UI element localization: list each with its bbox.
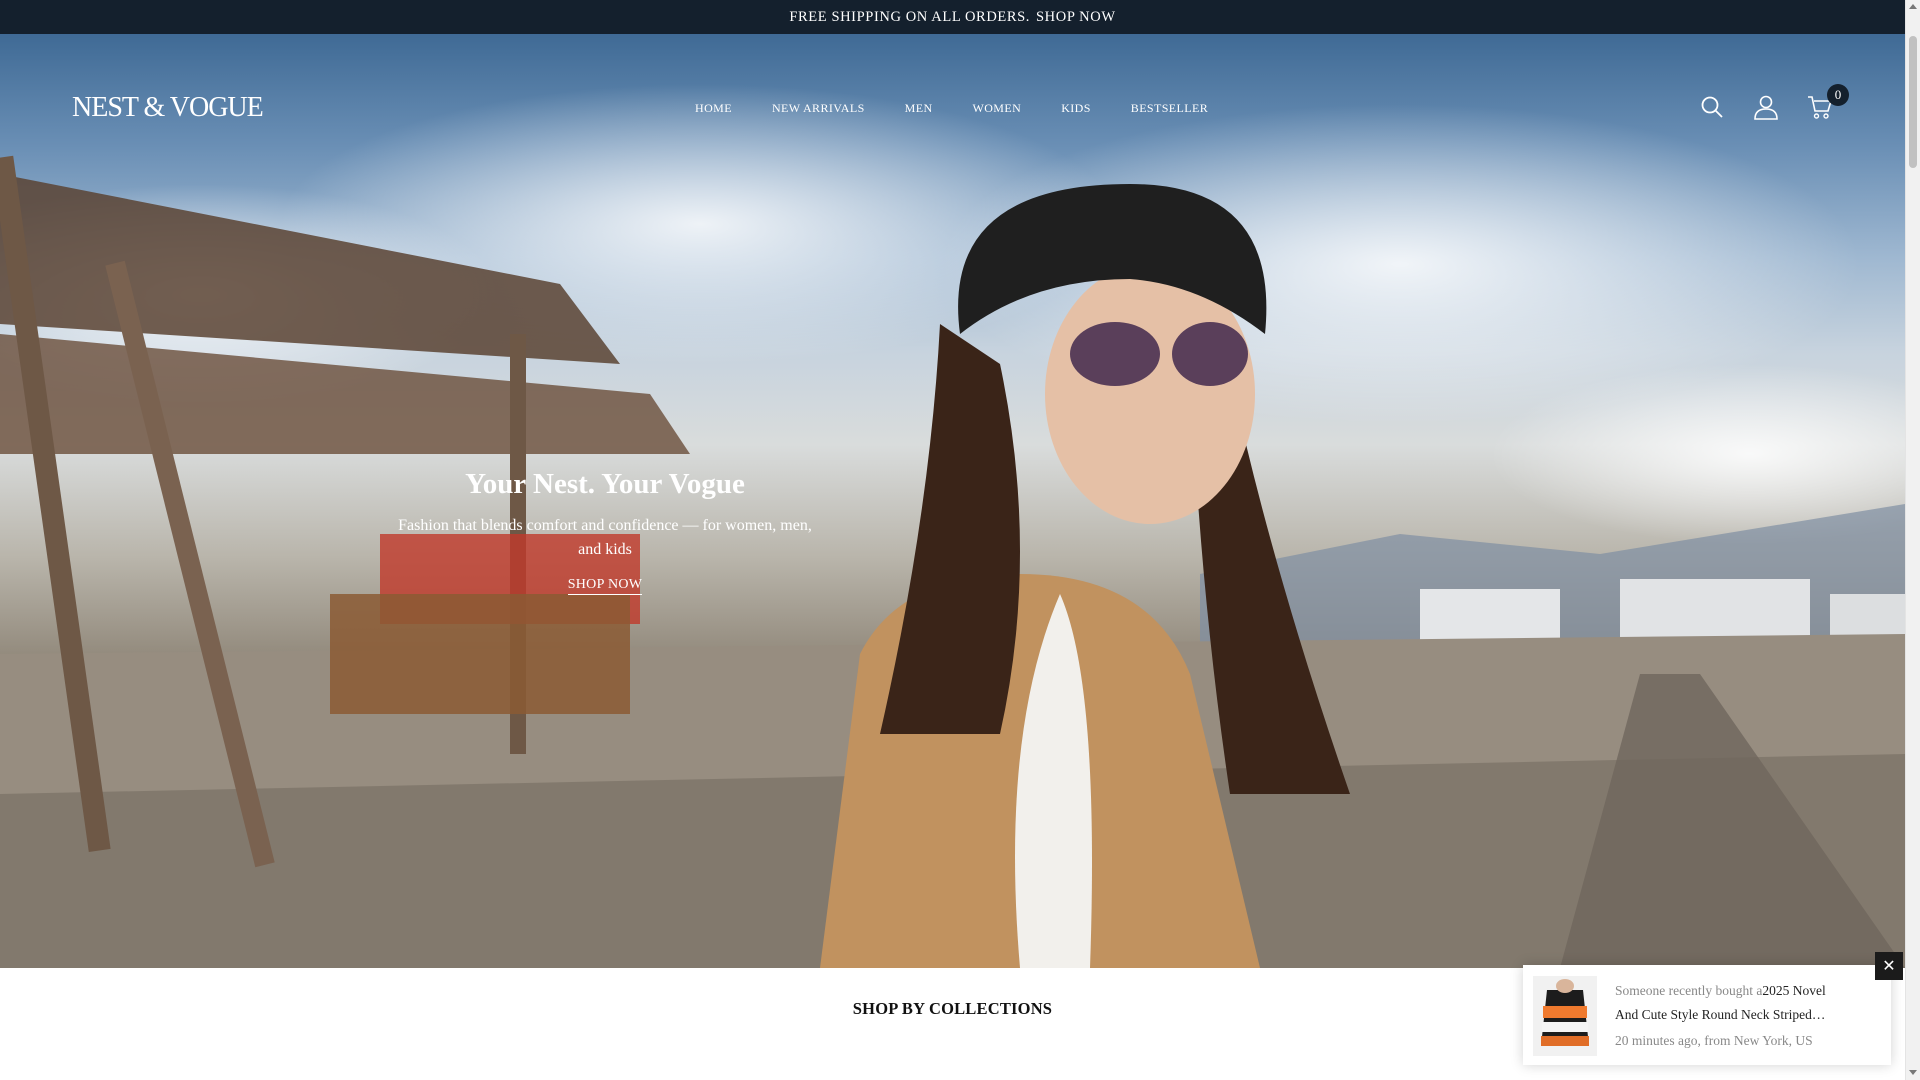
announcement-message: FREE SHIPPING ON ALL ORDERS.	[789, 8, 1031, 25]
cart-icon[interactable]: 0	[1807, 84, 1849, 120]
announcement-shop-link[interactable]: SHOP NOW	[1036, 9, 1116, 26]
nav-women[interactable]: WOMEN	[973, 101, 1022, 116]
scroll-down-arrow-icon[interactable]	[1909, 1070, 1917, 1075]
nav-home[interactable]: HOME	[695, 101, 732, 116]
hero-banner: NEST & VOGUE HOME NEW ARRIVALS MEN WOMEN…	[0, 34, 1905, 968]
recent-purchase-popup[interactable]: Someone recently bought a2025 Novel And …	[1523, 965, 1891, 1065]
scroll-up-arrow-icon[interactable]	[1909, 4, 1917, 9]
scrollbar[interactable]	[1905, 0, 1920, 1080]
hero-subtitle: Fashion that blends comfort and confiden…	[398, 517, 812, 558]
popup-prefix: Someone recently bought a	[1615, 983, 1763, 998]
nav-men[interactable]: MEN	[905, 101, 933, 116]
main-nav: HOME NEW ARRIVALS MEN WOMEN KIDS BESTSEL…	[695, 101, 1248, 116]
account-icon[interactable]	[1753, 94, 1779, 120]
header-icons: 0	[1699, 84, 1849, 120]
popup-meta: 20 minutes ago, from New York, US	[1615, 1033, 1813, 1048]
search-icon[interactable]	[1699, 94, 1725, 120]
nav-new-arrivals[interactable]: NEW ARRIVALS	[772, 101, 865, 116]
announcement-bar: FREE SHIPPING ON ALL ORDERS. SHOP NOW	[0, 0, 1905, 34]
close-icon[interactable]: ✕	[1875, 952, 1903, 980]
cart-count-badge: 0	[1827, 84, 1849, 106]
hero-title: Your Nest. Your Vogue	[465, 468, 745, 500]
product-thumbnail[interactable]	[1533, 976, 1597, 1056]
popup-text: Someone recently bought a2025 Novel And …	[1615, 979, 1845, 1027]
hero-image	[0, 84, 1905, 968]
nav-kids[interactable]: KIDS	[1061, 101, 1091, 116]
hero-shop-now-button[interactable]: SHOP NOW	[567, 577, 643, 595]
scrollbar-thumb[interactable]	[1909, 36, 1917, 168]
nav-bestseller[interactable]: BESTSELLER	[1131, 101, 1208, 116]
site-logo[interactable]: NEST & VOGUE	[72, 92, 264, 124]
hero-copy: Your Nest. Your Vogue Fashion that blend…	[395, 468, 815, 595]
